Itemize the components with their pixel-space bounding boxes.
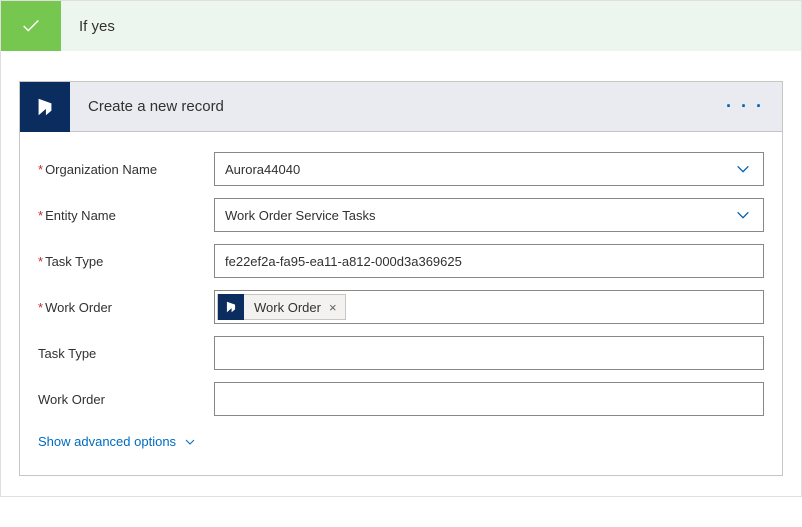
label-text: Task Type [45, 254, 103, 269]
condition-title: If yes [61, 18, 115, 35]
label-text: Work Order [38, 392, 105, 407]
work-order-input[interactable]: Work Order × [214, 290, 764, 324]
required-marker: * [38, 300, 43, 315]
label-text: Work Order [45, 300, 112, 315]
advanced-options-row: Show advanced options [20, 422, 782, 465]
task-type-optional-input[interactable] [214, 336, 764, 370]
task-type-value: fe22ef2a-fa95-ea11-a812-000d3a369625 [225, 254, 753, 269]
show-advanced-options-link[interactable]: Show advanced options [38, 434, 196, 449]
condition-icon-box [1, 1, 61, 51]
action-header[interactable]: Create a new record · · · [20, 82, 782, 132]
label-text: Organization Name [45, 162, 157, 177]
action-menu-button[interactable]: · · · [708, 96, 782, 117]
label-text: Entity Name [45, 208, 116, 223]
required-marker: * [38, 254, 43, 269]
condition-header[interactable]: If yes [1, 1, 801, 51]
entity-name-value: Work Order Service Tasks [225, 208, 733, 223]
token-remove-button[interactable]: × [329, 300, 345, 315]
chevron-down-icon [733, 207, 753, 223]
label-task-type-required: * Task Type [38, 254, 214, 269]
label-work-order-required: * Work Order [38, 300, 214, 315]
token-label: Work Order [244, 300, 329, 315]
row-task-type-required: * Task Type fe22ef2a-fa95-ea11-a812-000d… [20, 238, 782, 284]
label-organization-name: * Organization Name [38, 162, 214, 177]
row-organization-name: * Organization Name Aurora44040 [20, 146, 782, 192]
row-task-type-optional: Task Type [20, 330, 782, 376]
task-type-input[interactable]: fe22ef2a-fa95-ea11-a812-000d3a369625 [214, 244, 764, 278]
organization-name-select[interactable]: Aurora44040 [214, 152, 764, 186]
dynamics-icon [218, 294, 244, 320]
row-work-order-required: * Work Order Work Order × [20, 284, 782, 330]
work-order-token[interactable]: Work Order × [217, 294, 346, 320]
row-work-order-optional: Work Order [20, 376, 782, 422]
body-area: Create a new record · · · * Organization… [1, 51, 801, 496]
action-title: Create a new record [70, 98, 708, 115]
action-form: * Organization Name Aurora44040 [20, 132, 782, 475]
checkmark-icon [20, 15, 42, 37]
action-icon-box [20, 82, 70, 132]
chevron-down-icon [733, 161, 753, 177]
chevron-down-icon [184, 436, 196, 448]
label-text: Task Type [38, 346, 96, 361]
organization-name-value: Aurora44040 [225, 162, 733, 177]
dynamics-icon [34, 96, 56, 118]
work-order-optional-input[interactable] [214, 382, 764, 416]
label-entity-name: * Entity Name [38, 208, 214, 223]
advanced-link-label: Show advanced options [38, 434, 176, 449]
row-entity-name: * Entity Name Work Order Service Tasks [20, 192, 782, 238]
required-marker: * [38, 162, 43, 177]
label-task-type-optional: Task Type [38, 346, 214, 361]
label-work-order-optional: Work Order [38, 392, 214, 407]
entity-name-select[interactable]: Work Order Service Tasks [214, 198, 764, 232]
action-card: Create a new record · · · * Organization… [19, 81, 783, 476]
flow-container: If yes Create a new record · · · * [0, 0, 802, 497]
required-marker: * [38, 208, 43, 223]
